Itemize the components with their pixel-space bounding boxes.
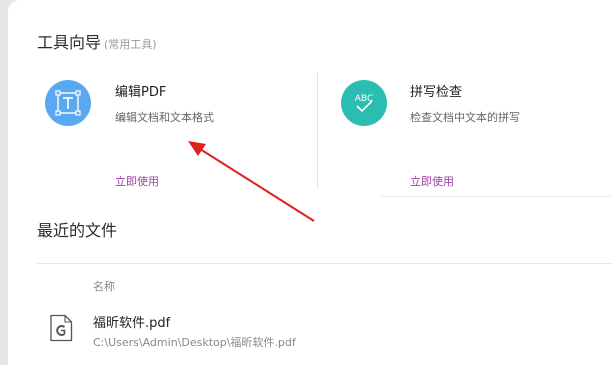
tools-divider — [317, 72, 318, 189]
column-header-name[interactable]: 名称 — [93, 278, 115, 294]
tools-section-title: 工具向导 (常用工具) — [37, 29, 157, 53]
edit-pdf-name: 编辑PDF — [115, 85, 167, 100]
edit-pdf-description: 编辑文档和文本格式 — [115, 111, 214, 124]
recent-file-row[interactable]: 福昕软件.pdf C:\Users\Admin\Desktop\福昕软件.pdf — [37, 305, 612, 357]
tools-title: 工具向导 — [37, 33, 102, 52]
pdf-file-icon — [49, 314, 73, 346]
spell-check-icon[interactable]: ABC — [341, 80, 387, 126]
tools-bottom-divider — [380, 196, 612, 197]
recent-files-divider — [37, 263, 612, 264]
spell-check-name: 拼写检查 — [410, 85, 463, 100]
recent-files-title: 最近的文件 — [37, 221, 118, 240]
recent-file-name: 福昕软件.pdf — [93, 316, 171, 331]
edit-pdf-use-link[interactable]: 立即使用 — [115, 173, 159, 189]
spell-check-use-link[interactable]: 立即使用 — [410, 173, 454, 189]
edit-text-icon[interactable] — [45, 80, 91, 126]
tools-subtitle: (常用工具) — [104, 38, 157, 51]
spell-check-description: 检查文档中文本的拼写 — [410, 111, 520, 124]
recent-file-path: C:\Users\Admin\Desktop\福昕软件.pdf — [93, 336, 296, 349]
